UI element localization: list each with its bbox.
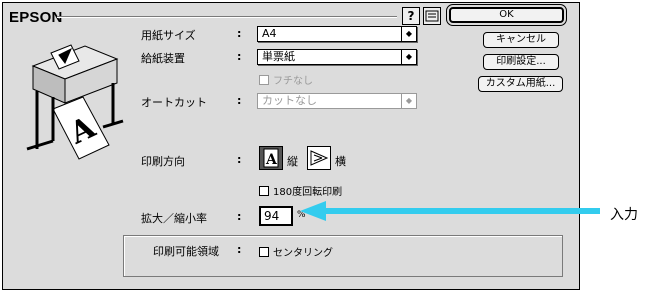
printer-info-icon xyxy=(425,10,439,22)
orientation-colon: : xyxy=(237,153,242,166)
svg-text:A: A xyxy=(265,152,278,168)
checkbox-box xyxy=(259,185,269,196)
paper-source-label: 給紙装置 xyxy=(141,52,185,65)
portrait-icon: A xyxy=(263,148,279,168)
borderless-label: フチなし xyxy=(273,76,313,87)
print-settings-button[interactable]: 印刷設定... xyxy=(483,54,559,70)
custom-paper-button[interactable]: カスタム用紙... xyxy=(478,76,563,92)
portrait-label: 縦 xyxy=(287,155,298,168)
printer-info-button[interactable] xyxy=(423,7,441,25)
annotation-arrow xyxy=(300,201,600,221)
help-button[interactable]: ? xyxy=(402,7,420,25)
paper-source-colon: : xyxy=(237,50,242,63)
popup-arrows-icon: ◆ xyxy=(401,27,416,41)
printable-area-colon: : xyxy=(237,243,242,256)
popup-arrows-icon: ◆ xyxy=(401,94,416,108)
popup-arrows-icon: ◆ xyxy=(401,50,416,64)
rotate180-checkbox[interactable]: 180度回転印刷 xyxy=(259,183,342,198)
paper-source-select[interactable]: 単票紙 ◆ xyxy=(257,49,417,65)
cancel-button[interactable]: キャンセル xyxy=(483,32,559,48)
paper-size-label: 用紙サイズ xyxy=(141,29,196,42)
auto-cut-select[interactable]: カットなし ◆ xyxy=(257,93,417,109)
printer-illustration: A xyxy=(26,44,124,160)
page-setup-dialog: EPSON ? OK キャンセル 印刷設定... カスタム用紙... A 用紙サ… xyxy=(2,2,580,290)
checkbox-box xyxy=(259,74,269,85)
orientation-label: 印刷方向 xyxy=(141,155,185,168)
centering-label: センタリング xyxy=(273,248,333,259)
paper-size-colon: : xyxy=(237,27,242,40)
paper-source-value: 単票紙 xyxy=(262,50,295,63)
dialog-title: EPSON xyxy=(9,9,63,26)
scale-colon: : xyxy=(237,210,242,223)
scale-input[interactable]: 94 xyxy=(259,206,293,226)
auto-cut-colon: : xyxy=(237,94,242,107)
scale-label: 拡大／縮小率 xyxy=(141,212,207,225)
printable-area-label: 印刷可能領域 xyxy=(153,245,219,258)
paper-size-value: A4 xyxy=(262,27,277,40)
ok-button[interactable]: OK xyxy=(446,4,567,26)
help-icon: ? xyxy=(407,9,415,23)
landscape-button[interactable] xyxy=(307,146,331,170)
borderless-checkbox[interactable]: フチなし xyxy=(259,72,313,87)
annotation-label: 入力 xyxy=(610,207,638,223)
landscape-icon xyxy=(310,150,329,166)
checkbox-box xyxy=(259,246,269,257)
portrait-button[interactable]: A xyxy=(259,146,283,170)
auto-cut-value: カットなし xyxy=(262,94,317,107)
rotate180-label: 180度回転印刷 xyxy=(273,187,343,198)
auto-cut-label: オートカット xyxy=(141,96,207,109)
landscape-label: 横 xyxy=(335,155,346,168)
centering-checkbox[interactable]: センタリング xyxy=(259,244,333,259)
paper-size-select[interactable]: A4 ◆ xyxy=(257,26,417,42)
title-divider xyxy=(57,16,397,18)
